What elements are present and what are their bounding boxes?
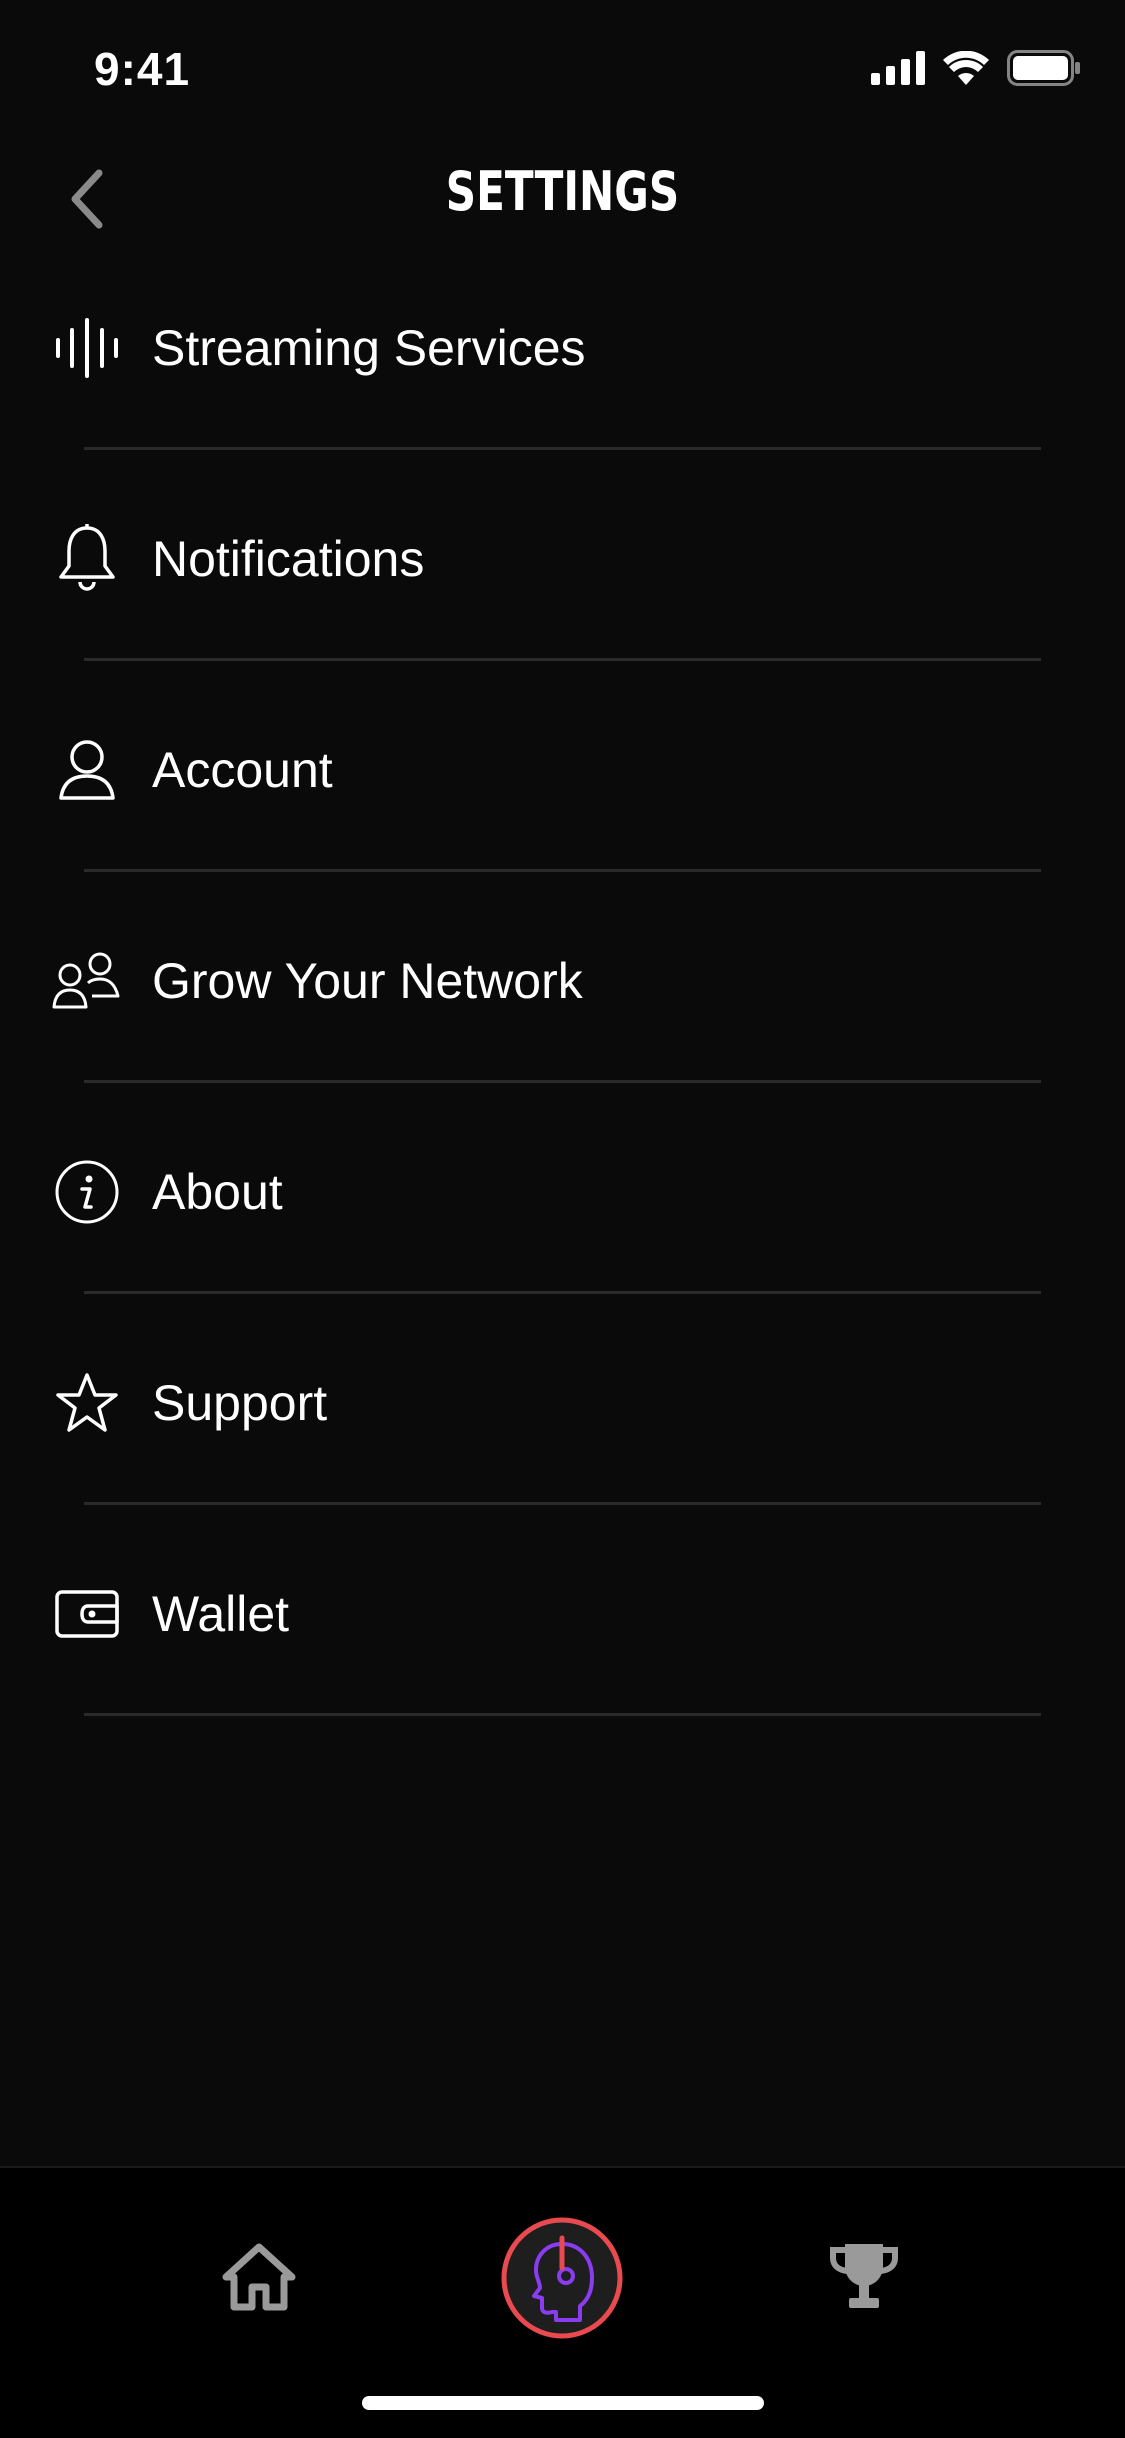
status-time: 9:41 <box>94 43 191 95</box>
battery-icon <box>1007 50 1081 91</box>
divider <box>84 1713 1041 1716</box>
settings-item-notifications[interactable]: Notifications <box>0 481 1125 692</box>
bell-icon <box>52 524 122 594</box>
users-icon <box>52 946 122 1016</box>
settings-item-wallet[interactable]: Wallet <box>0 1536 1125 1747</box>
home-icon <box>222 2243 296 2316</box>
divider <box>84 658 1041 661</box>
info-icon <box>52 1157 122 1227</box>
divider <box>84 869 1041 872</box>
chevron-left-icon <box>67 169 107 234</box>
waveform-icon <box>52 313 122 383</box>
settings-item-about[interactable]: About <box>0 1114 1125 1325</box>
wallet-icon <box>52 1579 122 1649</box>
settings-item-label: Streaming Services <box>152 320 586 376</box>
nav-home-button[interactable] <box>218 2238 300 2320</box>
trophy-icon <box>827 2240 901 2317</box>
settings-item-label: Wallet <box>152 1586 290 1642</box>
star-icon <box>52 1368 122 1438</box>
settings-item-support[interactable]: Support <box>0 1325 1125 1536</box>
settings-item-account[interactable]: Account <box>0 692 1125 903</box>
divider <box>84 1502 1041 1505</box>
settings-item-streaming-services[interactable]: Streaming Services <box>0 270 1125 481</box>
page-title: SETTINGS <box>445 160 680 223</box>
settings-item-label: About <box>152 1164 283 1220</box>
settings-item-label: Account <box>152 742 333 798</box>
nav-profile-button[interactable] <box>500 2216 624 2345</box>
status-bar: 9:41 <box>0 0 1125 140</box>
profile-head-icon <box>500 2216 624 2345</box>
settings-item-label: Notifications <box>152 531 425 587</box>
user-icon <box>52 735 122 805</box>
divider <box>84 1291 1041 1294</box>
settings-item-label: Grow Your Network <box>152 953 583 1009</box>
settings-list: Streaming Services Notifications Account <box>0 270 1125 1747</box>
cellular-signal-icon <box>871 51 925 90</box>
settings-item-label: Support <box>152 1375 328 1431</box>
divider <box>84 1080 1041 1083</box>
header: SETTINGS <box>0 150 1125 250</box>
nav-trophy-button[interactable] <box>822 2236 906 2320</box>
home-indicator[interactable] <box>362 2396 764 2410</box>
divider <box>84 447 1041 450</box>
wifi-icon <box>943 50 989 90</box>
status-icons <box>871 50 1081 91</box>
settings-item-grow-your-network[interactable]: Grow Your Network <box>0 903 1125 1114</box>
back-button[interactable] <box>52 166 122 236</box>
